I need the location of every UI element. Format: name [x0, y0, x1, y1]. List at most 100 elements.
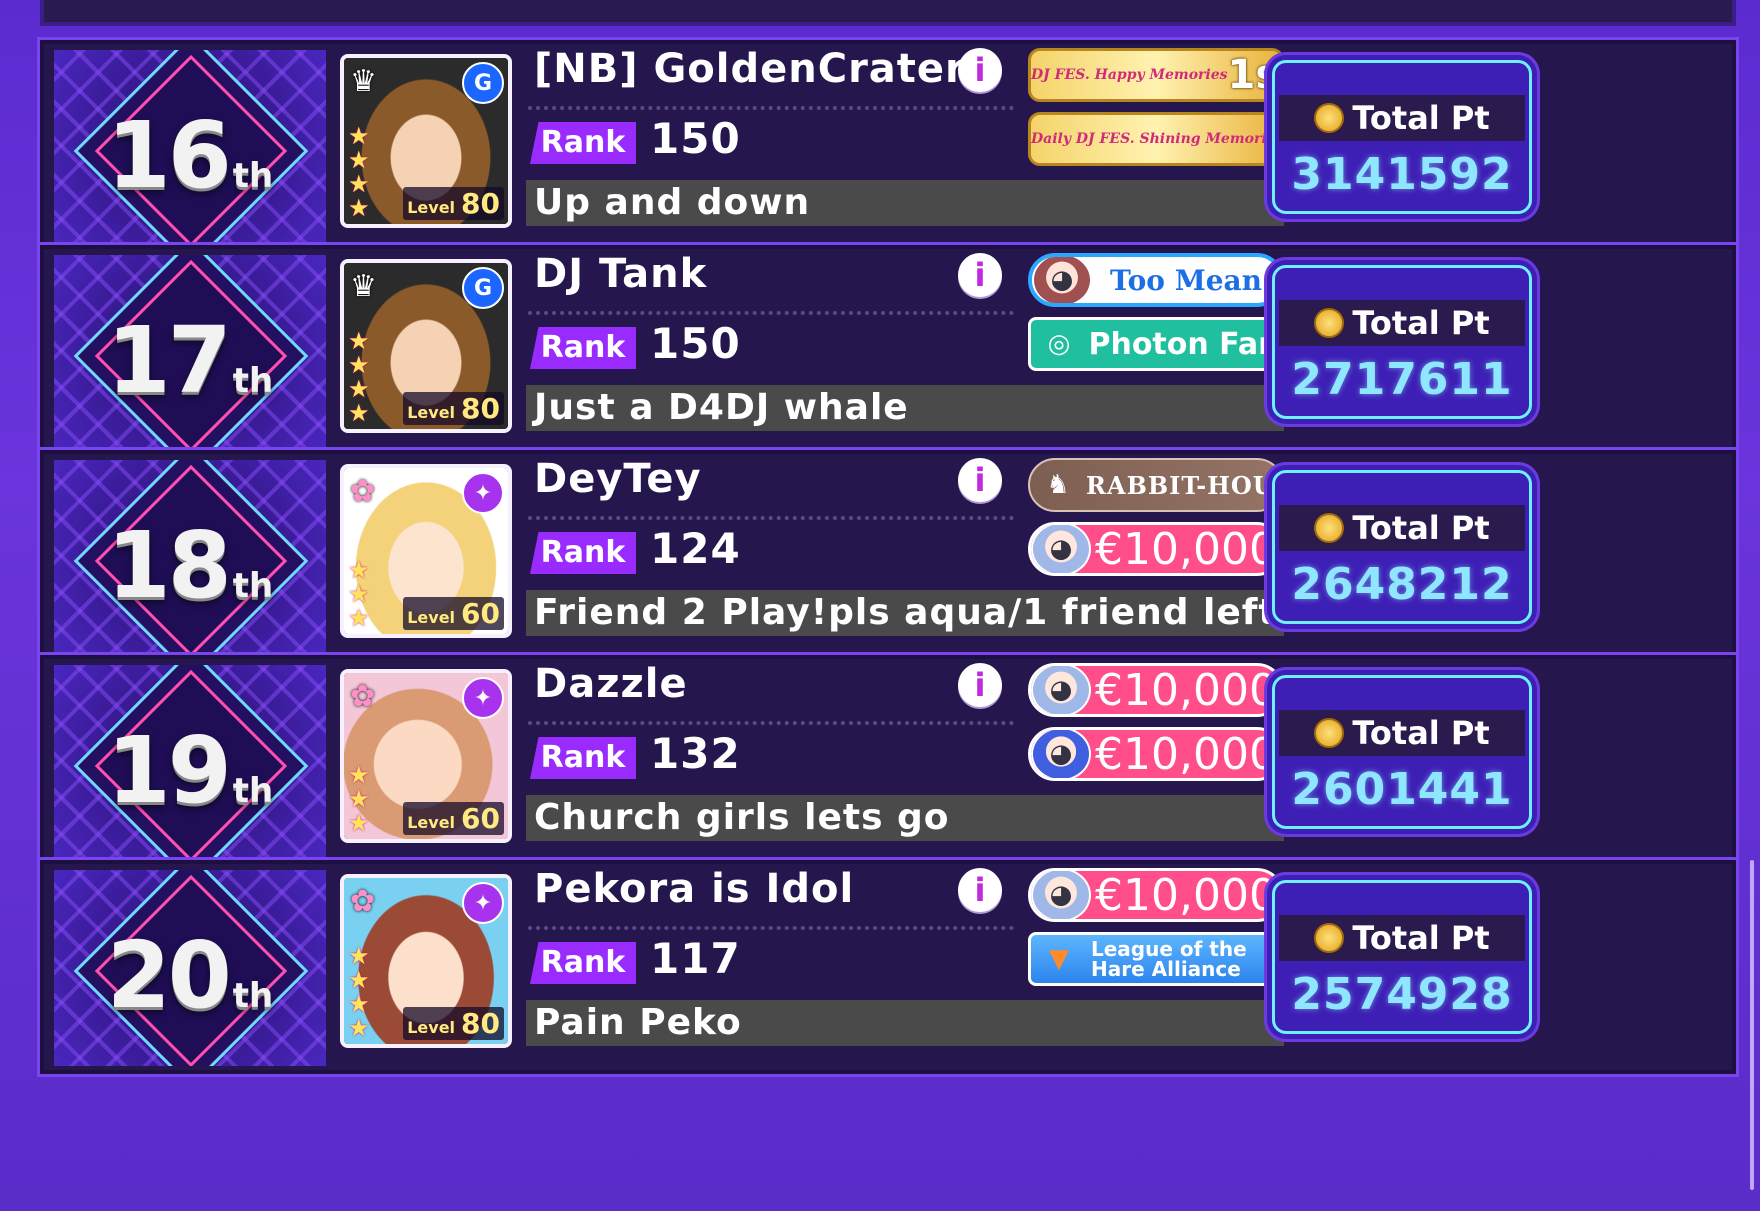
- sparkle-icon: ✿: [350, 474, 376, 509]
- total-points-box: Total Pt 2574928: [1272, 880, 1532, 1034]
- total-points-header: Total Pt: [1279, 710, 1525, 756]
- player-card-avatar[interactable]: ✿ ✦ ★ ★ ★ Level 60: [340, 669, 512, 843]
- info-icon[interactable]: i: [958, 48, 1002, 92]
- attribute-icon: G: [462, 267, 504, 309]
- photon-logo-icon: ◎: [1047, 329, 1071, 359]
- badge-text: €10,000: [1095, 523, 1277, 575]
- rarity-stars: ★ ★ ★: [348, 761, 370, 837]
- level-value: 80: [461, 1007, 500, 1040]
- rank-suffix: th: [232, 156, 274, 196]
- event-point-coin-icon: [1314, 718, 1345, 748]
- badge-text: Daily DJ FES. Shining Memories: [1031, 131, 1284, 147]
- player-rank-value: 150: [650, 114, 741, 163]
- previous-row-edge: [40, 0, 1736, 26]
- rank-number: 16th: [106, 102, 274, 209]
- rank-panel: 19th: [54, 665, 326, 861]
- info-icon[interactable]: i: [958, 253, 1002, 297]
- title-badge: ▼ League of the Hare Alliance: [1028, 932, 1284, 986]
- total-points-header: Total Pt: [1279, 505, 1525, 551]
- rank-tag: Rank: [530, 737, 636, 779]
- rank-tag: Rank: [530, 122, 636, 164]
- rank-panel: 18th: [54, 460, 326, 656]
- total-points-header: Total Pt: [1279, 95, 1525, 141]
- card-level: Level 80: [403, 392, 504, 425]
- event-point-coin-icon: [1314, 923, 1345, 953]
- name-divider: [528, 311, 1014, 315]
- rank-tag: Rank: [530, 532, 636, 574]
- total-points-label: Total Pt: [1352, 304, 1490, 342]
- attribute-icon: G: [462, 62, 504, 104]
- rank-number: 19th: [106, 717, 274, 824]
- rank-tag: Rank: [530, 327, 636, 369]
- card-level: Level 60: [403, 802, 504, 835]
- name-divider: [528, 926, 1014, 930]
- level-value: 60: [461, 802, 500, 835]
- ranking-row-18[interactable]: 18th ✿ ✦ ★ ★ ★ Level 60 DeyTey i Rank 124 F…: [40, 450, 1736, 664]
- name-divider: [528, 106, 1014, 110]
- rank-suffix: th: [232, 566, 274, 606]
- total-points-box: Total Pt 2648212: [1272, 470, 1532, 624]
- title-badge: ◕ €10,000: [1028, 727, 1284, 781]
- rank-number: 20th: [106, 922, 274, 1029]
- level-value: 80: [461, 187, 500, 220]
- player-comment: Just a D4DJ whale: [526, 385, 1284, 431]
- rank-suffix: th: [232, 976, 274, 1016]
- rank-tag: Rank: [530, 942, 636, 984]
- ranking-row-17[interactable]: 17th ♛ G ★ ★ ★ ★ Level 80 DJ Tank i Rank 150…: [40, 245, 1736, 459]
- rank-panel: 20th: [54, 870, 326, 1066]
- title-badge: ◕ €10,000: [1028, 868, 1284, 922]
- scrollbar-thumb[interactable]: [1750, 860, 1754, 1190]
- total-points-label: Total Pt: [1352, 714, 1490, 752]
- character-face-icon: ◕: [1031, 871, 1091, 919]
- ranking-row-16[interactable]: 16th ♛ G ★ ★ ★ ★ Level 80 [NB] GoldenCrater …: [40, 40, 1736, 254]
- ranking-row-20[interactable]: 20th ✿ ✦ ★ ★ ★ ★ Level 80 Pekora is Idol i R…: [40, 860, 1736, 1074]
- player-comment: Friend 2 Play!pls aqua/1 friend left: [526, 590, 1284, 636]
- badge-text: Too Mean: [1109, 263, 1263, 297]
- level-label: Level: [407, 813, 456, 832]
- player-card-avatar[interactable]: ♛ G ★ ★ ★ ★ Level 80: [340, 259, 512, 433]
- player-comment: Up and down: [526, 180, 1284, 226]
- title-badge: ♞ RABBIT-HOUSE: [1028, 458, 1284, 512]
- player-comment: Church girls lets go: [526, 795, 1284, 841]
- total-points-label: Total Pt: [1352, 99, 1490, 137]
- title-badge: ◕ €10,000: [1028, 663, 1284, 717]
- player-card-avatar[interactable]: ♛ G ★ ★ ★ ★ Level 80: [340, 54, 512, 228]
- sparkle-icon: ✿: [350, 679, 376, 714]
- badge-text: League of the Hare Alliance: [1087, 939, 1281, 979]
- event-point-coin-icon: [1314, 308, 1345, 338]
- rank-suffix: th: [232, 771, 274, 811]
- info-icon[interactable]: i: [958, 868, 1002, 912]
- badge-text: €10,000: [1095, 869, 1277, 921]
- total-points-box: Total Pt 3141592: [1272, 60, 1532, 214]
- player-name: DJ Tank: [534, 251, 708, 297]
- total-points-value: 2648212: [1291, 559, 1513, 610]
- card-level: Level 80: [403, 1007, 504, 1040]
- info-icon[interactable]: i: [958, 663, 1002, 707]
- total-points-label: Total Pt: [1352, 919, 1490, 957]
- total-points-label: Total Pt: [1352, 509, 1490, 547]
- player-card-avatar[interactable]: ✿ ✦ ★ ★ ★ Level 60: [340, 464, 512, 638]
- player-card-avatar[interactable]: ✿ ✦ ★ ★ ★ ★ Level 80: [340, 874, 512, 1048]
- player-comment: Pain Peko: [526, 1000, 1284, 1046]
- level-value: 80: [461, 392, 500, 425]
- level-label: Level: [407, 403, 456, 422]
- crown-icon: ♛: [350, 269, 377, 304]
- info-icon[interactable]: i: [958, 458, 1002, 502]
- title-badge: DJ FES. Happy Memories 1st: [1028, 48, 1284, 102]
- ranking-list: 16th ♛ G ★ ★ ★ ★ Level 80 [NB] GoldenCrater …: [0, 0, 1760, 1211]
- badge-text: €10,000: [1095, 664, 1277, 716]
- ranking-row-19[interactable]: 19th ✿ ✦ ★ ★ ★ Level 60 Dazzle i Rank 132 C…: [40, 655, 1736, 869]
- level-label: Level: [407, 608, 456, 627]
- total-points-box: Total Pt 2717611: [1272, 265, 1532, 419]
- character-face-icon: ◕: [1032, 257, 1092, 303]
- rank-panel: 16th: [54, 50, 326, 246]
- rank-number: 17th: [106, 307, 274, 414]
- sparkle-icon: ✿: [350, 884, 376, 919]
- total-points-header: Total Pt: [1279, 915, 1525, 961]
- title-badge: Daily DJ FES. Shining Memories 1st: [1028, 112, 1284, 166]
- level-label: Level: [407, 1018, 456, 1037]
- event-point-coin-icon: [1314, 513, 1345, 543]
- total-points-value: 2574928: [1291, 969, 1513, 1020]
- badge-text: Photon Fan: [1088, 326, 1280, 362]
- total-points-value: 2717611: [1291, 354, 1513, 405]
